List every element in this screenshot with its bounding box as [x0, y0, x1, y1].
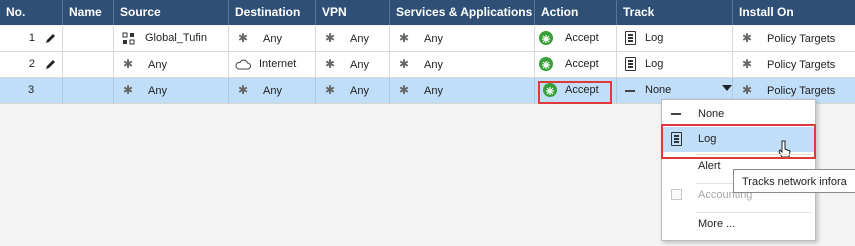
accept-icon	[539, 31, 553, 45]
any-icon: ✱	[741, 31, 753, 45]
col-name[interactable]: Name	[63, 0, 114, 25]
col-source[interactable]: Source	[114, 0, 229, 25]
action-highlight	[538, 81, 612, 104]
pencil-icon[interactable]	[45, 59, 56, 70]
table-header: No. Name Source Destination VPN Services…	[0, 0, 855, 25]
col-destination[interactable]: Destination	[229, 0, 316, 25]
table-row[interactable]: 2 ✱ Any Internet ✱ Any ✱ Any Accept Log ✱ Po…	[0, 52, 855, 78]
accept-icon	[539, 57, 553, 71]
rule-name[interactable]	[63, 52, 114, 77]
rule-number: 1	[0, 26, 63, 51]
rule-services[interactable]: ✱ Any	[390, 52, 535, 77]
any-icon: ✱	[398, 57, 410, 71]
rule-action[interactable]: Accept	[535, 52, 617, 77]
rule-action[interactable]: Accept	[535, 26, 617, 51]
rule-number: 2	[0, 52, 63, 77]
col-track[interactable]: Track	[617, 0, 733, 25]
col-services[interactable]: Services & Applications	[390, 0, 535, 25]
any-icon: ✱	[324, 31, 336, 45]
rule-vpn[interactable]: ✱ Any	[316, 78, 390, 103]
table-row[interactable]: 1 Global_Tufin ✱ Any ✱ Any ✱ Any Accept Log…	[0, 26, 855, 52]
rule-destination[interactable]: ✱ Any	[229, 26, 316, 51]
chevron-down-icon[interactable]	[722, 85, 732, 91]
any-icon: ✱	[122, 83, 134, 97]
col-no[interactable]: No.	[0, 0, 63, 25]
any-icon: ✱	[237, 31, 249, 45]
rule-source[interactable]: Global_Tufin	[114, 26, 229, 51]
any-icon: ✱	[122, 57, 134, 71]
any-icon: ✱	[324, 57, 336, 71]
any-icon: ✱	[398, 31, 410, 45]
rule-services[interactable]: ✱ Any	[390, 78, 535, 103]
none-icon	[671, 113, 681, 115]
rule-track[interactable]: Log	[617, 26, 733, 51]
rule-name[interactable]	[63, 26, 114, 51]
menu-item-more[interactable]: More ...	[662, 212, 815, 237]
rule-destination[interactable]: Internet	[229, 52, 316, 77]
tooltip: Tracks network infora	[733, 169, 855, 193]
none-icon	[625, 90, 635, 92]
col-install-on[interactable]: Install On	[733, 0, 855, 25]
rule-install-on[interactable]: ✱ Policy Targets	[733, 26, 855, 51]
rule-destination[interactable]: ✱ Any	[229, 78, 316, 103]
network-group-icon	[122, 32, 135, 45]
col-action[interactable]: Action	[535, 0, 617, 25]
rule-source[interactable]: ✱ Any	[114, 78, 229, 103]
any-icon: ✱	[324, 83, 336, 97]
checkbox-icon	[671, 189, 682, 200]
log-icon	[625, 57, 636, 71]
col-vpn[interactable]: VPN	[316, 0, 390, 25]
log-icon	[625, 31, 636, 45]
pencil-icon[interactable]	[45, 33, 56, 44]
rule-vpn[interactable]: ✱ Any	[316, 26, 390, 51]
rule-source[interactable]: ✱ Any	[114, 52, 229, 77]
rule-track[interactable]: Log	[617, 52, 733, 77]
any-icon: ✱	[398, 83, 410, 97]
any-icon: ✱	[237, 83, 249, 97]
rule-vpn[interactable]: ✱ Any	[316, 52, 390, 77]
rule-services[interactable]: ✱ Any	[390, 26, 535, 51]
rule-number: 3	[0, 78, 63, 103]
any-icon: ✱	[741, 57, 753, 71]
log-item-highlight	[661, 124, 816, 159]
cloud-icon	[235, 59, 251, 70]
rule-install-on[interactable]: ✱ Policy Targets	[733, 52, 855, 77]
rule-name[interactable]	[63, 78, 114, 103]
